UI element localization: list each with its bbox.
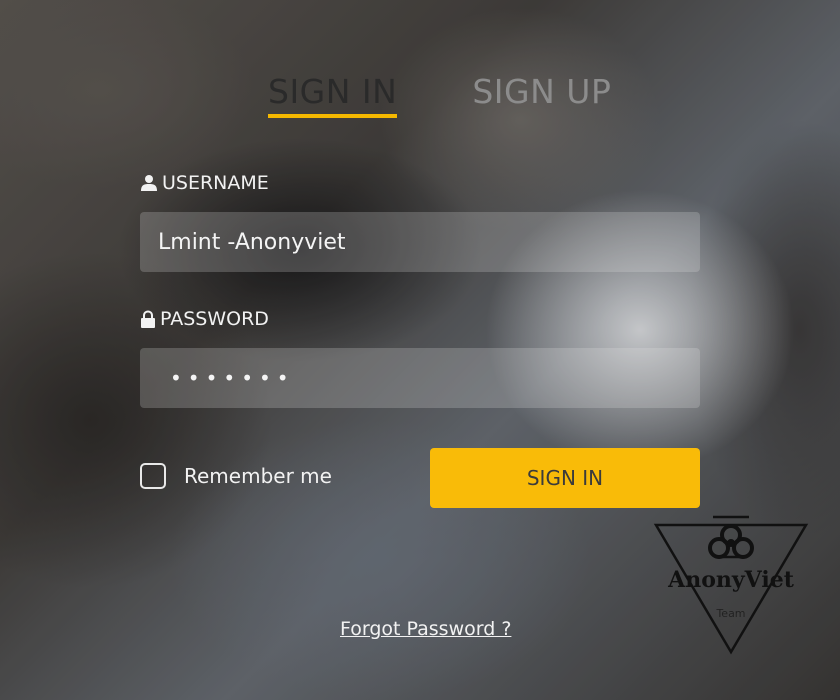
username-label: USERNAME — [140, 172, 269, 194]
remember-me-label[interactable]: Remember me — [184, 464, 332, 488]
password-label: PASSWORD — [140, 308, 269, 330]
remember-me: Remember me — [140, 463, 332, 489]
password-input[interactable]: ••••••• — [140, 348, 700, 408]
username-input[interactable]: Lmint -Anonyviet — [140, 212, 700, 272]
logo-name-text: AnonyViet — [667, 567, 795, 593]
anonyviet-logo: AnonyViet Team — [653, 505, 809, 655]
username-value: Lmint -Anonyviet — [158, 229, 346, 255]
tab-sign-up[interactable]: SIGN UP — [472, 72, 611, 118]
username-label-text: USERNAME — [162, 172, 269, 194]
password-value: ••••••• — [170, 366, 295, 390]
forgot-password-link[interactable]: Forgot Password ? — [340, 618, 511, 640]
sign-in-button[interactable]: SIGN IN — [430, 448, 700, 508]
biohazard-icon — [708, 515, 754, 559]
user-icon — [140, 174, 158, 192]
remember-me-checkbox[interactable] — [140, 463, 166, 489]
lock-icon — [140, 310, 156, 328]
logo-subtitle-text: Team — [715, 607, 745, 620]
password-label-text: PASSWORD — [160, 308, 269, 330]
auth-tabs: SIGN IN SIGN UP — [268, 72, 611, 118]
tab-sign-in[interactable]: SIGN IN — [268, 72, 398, 118]
